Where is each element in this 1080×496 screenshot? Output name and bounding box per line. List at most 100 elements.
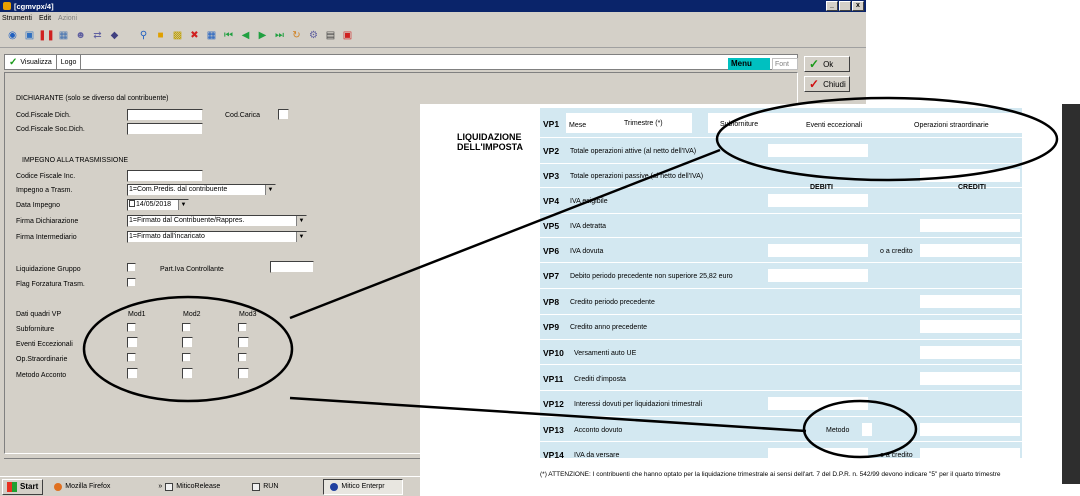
cod-fiscale-dich-input[interactable] (127, 109, 203, 121)
vp9-amount-box[interactable] (920, 320, 1020, 333)
font-label[interactable]: Font (772, 58, 798, 70)
taskbar-item-mitico-enterprise[interactable]: Mitico Enterpr (323, 478, 404, 495)
vp10-amount-box[interactable] (920, 346, 1020, 359)
taskbar-firefox-label: Mozilla Firefox (65, 483, 111, 490)
vp1-trimestre: Trimestre (*) (624, 120, 663, 127)
op-straordinarie-mod1-checkbox[interactable] (127, 353, 136, 362)
vp6-debit-box[interactable] (768, 244, 868, 257)
vp6-credit-box[interactable] (920, 244, 1020, 257)
part-iva-controllante-label: Part.Iva Controllante (160, 266, 224, 273)
vp14-credit-box[interactable] (920, 448, 1020, 461)
menu-azioni[interactable]: Azioni (58, 15, 77, 22)
link-icon[interactable]: ⇄ (91, 29, 104, 42)
users-icon[interactable]: ☻ (74, 29, 87, 42)
cod-fiscale-soc-dich-input[interactable] (127, 123, 203, 135)
vp3-amount-box[interactable] (920, 169, 1020, 182)
last-record-icon[interactable]: ⏭ (273, 29, 286, 42)
folder-icon[interactable]: ▩ (171, 29, 184, 42)
chiudi-button[interactable]: ✓ Chiudi (804, 76, 850, 92)
vp4-amount-box[interactable] (768, 194, 868, 207)
refresh-icon[interactable]: ↻ (290, 29, 303, 42)
metodo-acconto-mod1-input[interactable] (127, 368, 138, 379)
vp11-code: VP11 (543, 374, 564, 384)
pause-icon[interactable]: ❚❚ (38, 29, 55, 42)
op-straordinarie-mod2-checkbox[interactable] (182, 353, 191, 362)
codice-fiscale-inc-input[interactable] (127, 170, 203, 182)
subforniture-label: Subforniture (16, 326, 55, 333)
check-icon: ✓ (809, 77, 820, 91)
vp1-code: VP1 (543, 119, 560, 129)
window-controls: _ x (826, 1, 864, 11)
vp14-debit-box[interactable] (768, 448, 868, 461)
taskbar-item-firefox[interactable]: Mozilla Firefox (47, 479, 117, 495)
vp13-metodo-box[interactable] (862, 423, 872, 436)
impegno-header: IMPEGNO ALLA TRASMISSIONE (22, 157, 129, 164)
eventi-eccezionali-mod3-checkbox[interactable] (238, 337, 249, 348)
calculator-icon[interactable]: ▤ (324, 29, 337, 42)
vp3-code: VP3 (543, 171, 560, 181)
mitico-icon (330, 482, 339, 491)
menu-edit[interactable]: Edit (39, 15, 51, 22)
first-record-icon[interactable]: ⏮ (222, 29, 235, 42)
help-icon[interactable]: ◉ (6, 29, 19, 42)
menu-label[interactable]: Menu (728, 58, 770, 70)
check-icon: ✓ (809, 57, 820, 71)
delete-icon[interactable]: ✖ (188, 29, 201, 42)
cod-carica-input[interactable] (278, 109, 289, 120)
metodo-acconto-mod3-input[interactable] (238, 368, 249, 379)
flag-forzatura-checkbox[interactable] (127, 278, 136, 287)
previous-record-icon[interactable]: ◀ (239, 29, 252, 42)
grid-icon[interactable]: ▦ (57, 29, 70, 42)
part-iva-controllante-input[interactable] (270, 261, 314, 273)
tools-icon[interactable]: ⚙ (307, 29, 320, 42)
tab-visualizza-label: Visualizza (20, 58, 52, 66)
menu-bar: Strumenti Edit Azioni (0, 12, 866, 24)
firma-dichiarazione-select[interactable]: 1=Firmato dal Contribuente/Rappres. ▼ (127, 215, 307, 227)
vp11-amount-box[interactable] (920, 372, 1020, 385)
chevron-down-icon[interactable]: ▼ (296, 216, 306, 226)
maximize-button[interactable] (839, 1, 851, 11)
chevron-down-icon[interactable]: ▼ (265, 185, 275, 195)
vp7-amount-box[interactable] (768, 269, 868, 282)
vp2-amount-box[interactable] (768, 144, 868, 157)
vp4-code: VP4 (543, 196, 560, 206)
vp13-metodo: Metodo (826, 427, 850, 434)
tab-visualizza[interactable]: ✓ Visualizza (5, 55, 57, 69)
search-icon[interactable]: ⚲ (137, 29, 150, 42)
taskbar-item-run[interactable]: RUN (245, 479, 285, 495)
table-icon[interactable]: ▦ (205, 29, 218, 42)
vp13-amount-box[interactable] (920, 423, 1020, 436)
menu-strumenti[interactable]: Strumenti (2, 15, 32, 22)
tab-logo[interactable]: Logo (57, 55, 82, 69)
taskbar-mitico-release-label: MiticoRelease (176, 483, 221, 490)
firma-dichiarazione-label: Firma Dichiarazione (16, 218, 79, 225)
firma-intermediario-select[interactable]: 1=Firmato dall'incaricato ▼ (127, 231, 307, 243)
subforniture-mod2-checkbox[interactable] (182, 323, 191, 332)
minimize-button[interactable]: _ (826, 1, 838, 11)
start-button[interactable]: Start (2, 478, 44, 495)
vp5-amount-box[interactable] (920, 219, 1020, 232)
impegno-a-trasm-select[interactable]: 1=Com.Predis. dal contribuente ▼ (127, 184, 276, 196)
diamond-icon[interactable]: ◆ (108, 29, 121, 42)
vp12-amount-box[interactable] (768, 397, 868, 410)
ok-button[interactable]: ✓ Ok (804, 56, 850, 72)
close-button[interactable]: x (852, 1, 864, 11)
metodo-acconto-mod2-input[interactable] (182, 368, 193, 379)
op-straordinarie-mod3-checkbox[interactable] (238, 353, 247, 362)
subforniture-mod1-checkbox[interactable] (127, 323, 136, 332)
taskbar-item-mitico-release[interactable]: » MiticoRelease (151, 479, 227, 495)
eventi-eccezionali-mod2-checkbox[interactable] (182, 337, 193, 348)
document-icon[interactable]: ■ (154, 29, 167, 42)
subforniture-mod3-checkbox[interactable] (238, 323, 247, 332)
vp8-amount-box[interactable] (920, 295, 1020, 308)
liquidazione-gruppo-checkbox[interactable] (127, 263, 136, 272)
vp1-mese: Mese (569, 122, 587, 129)
eventi-eccezionali-mod1-checkbox[interactable] (127, 337, 138, 348)
chevron-down-icon[interactable]: ▼ (178, 200, 188, 210)
vp8-code: VP8 (543, 297, 560, 307)
exit-icon[interactable]: ▣ (341, 29, 354, 42)
next-record-icon[interactable]: ▶ (256, 29, 269, 42)
chevron-down-icon[interactable]: ▼ (296, 232, 306, 242)
data-impegno-field[interactable]: 14/05/2018 ▼ (127, 199, 189, 211)
window-icon[interactable]: ▣ (23, 29, 36, 42)
